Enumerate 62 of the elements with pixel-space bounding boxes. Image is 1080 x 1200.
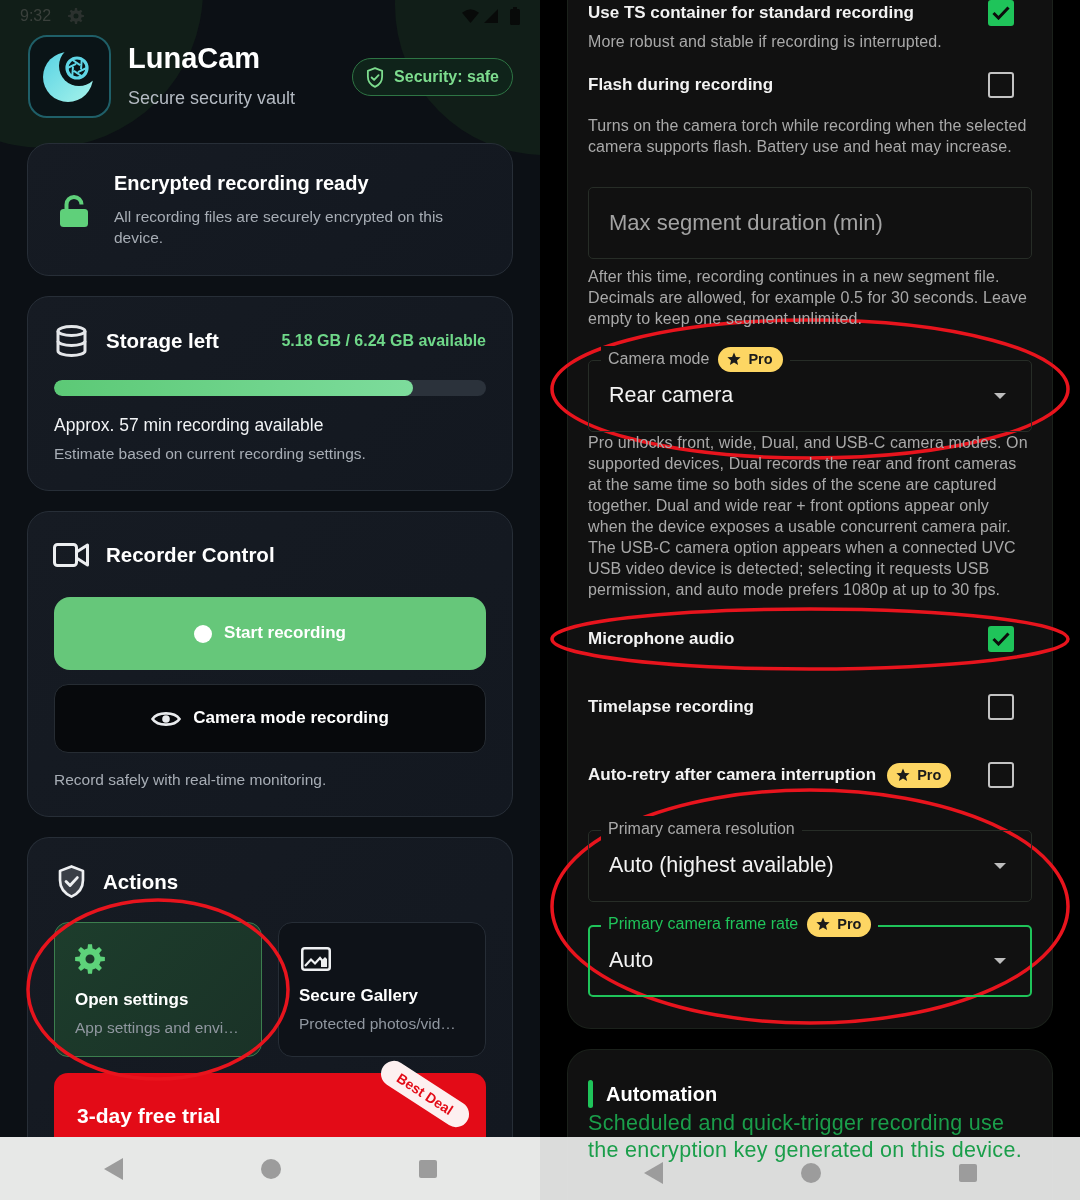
card-description: Estimate based on current recording settings.	[54, 444, 367, 464]
card-title: Encrypted recording ready	[114, 171, 370, 195]
card-title: Recorder Control	[106, 542, 275, 568]
camera-mode-button[interactable]: Camera mode recording	[54, 684, 486, 753]
checkbox[interactable]	[988, 762, 1014, 788]
setting-description: More robust and stable if recording is interrupted.	[588, 32, 943, 52]
card-description: Record safely with real-time monitoring.	[54, 770, 328, 790]
checkbox[interactable]	[988, 694, 1014, 720]
settings-icon	[75, 943, 105, 975]
caret-icon	[994, 393, 1006, 399]
image-icon	[301, 947, 331, 971]
back-icon[interactable]	[643, 1161, 663, 1184]
back-icon[interactable]	[103, 1157, 123, 1180]
home-icon[interactable]	[800, 1162, 821, 1183]
caret-icon	[994, 958, 1006, 964]
checkbox[interactable]	[988, 72, 1014, 98]
accent-bar	[588, 1080, 593, 1108]
recents-icon[interactable]	[958, 1163, 977, 1182]
tile-subtitle: Protected photos/vid…	[299, 1014, 457, 1034]
tile-subtitle: App settings and envi…	[75, 1018, 240, 1038]
shield-check-icon	[366, 66, 385, 88]
badge-text: Pro	[917, 765, 942, 785]
settings-icon	[68, 8, 85, 24]
tile-title: Open settings	[75, 989, 190, 1011]
card-title: Automation	[606, 1082, 718, 1107]
setting-label: Timelapse recording	[588, 696, 754, 718]
video-camera-icon	[53, 543, 89, 567]
caret-icon	[994, 863, 1006, 869]
action-tile[interactable]: Open settings App settings and envi…	[54, 922, 262, 1057]
app-tagline: Secure security vault	[128, 87, 296, 109]
eye-icon	[151, 709, 182, 728]
status-text: Security: safe	[394, 66, 499, 87]
action-tile[interactable]: Secure Gallery Protected photos/vid…	[278, 922, 486, 1057]
checkbox[interactable]	[988, 0, 1014, 26]
record-dot-icon	[194, 624, 213, 643]
lock-icon	[60, 192, 88, 227]
card-title: Actions	[103, 868, 179, 895]
crescent-logo-icon	[28, 35, 111, 118]
setting-label: Flash during recording	[588, 74, 774, 96]
checkmark-icon	[992, 632, 1010, 646]
card-title: Storage left	[106, 328, 219, 354]
card-description: All recording files are securely encrypted on this device.	[114, 207, 445, 248]
star-icon	[727, 352, 742, 366]
setting-description: Turns on the camera torch while recording when the selected camera supports flash. Battery use and heat may increase.	[588, 116, 1028, 157]
automation-description: Scheduled and quick-trigger recording use the encryption key generated on this device.	[588, 1110, 1023, 1164]
star-icon	[816, 917, 831, 931]
recents-icon[interactable]	[418, 1159, 437, 1178]
promo-title: 3-day free trial	[77, 1103, 221, 1129]
tile-title: Secure Gallery	[299, 985, 420, 1007]
estimate-text: Approx. 57 min recording available	[54, 414, 325, 437]
setting-label: Auto-retry after camera interruption	[588, 764, 877, 786]
star-icon	[896, 768, 911, 782]
setting-label: Microphone audio	[588, 628, 735, 650]
checkmark-icon	[992, 6, 1010, 20]
shield-check-icon	[57, 864, 86, 899]
home-icon[interactable]	[260, 1158, 281, 1179]
setting-label: Use TS container for standard recording	[588, 2, 914, 24]
input-field[interactable]: Max segment duration (min)	[588, 187, 1032, 259]
checkbox[interactable]	[988, 626, 1014, 652]
storage-amount: 5.18 GB / 6.24 GB available	[281, 330, 486, 351]
database-icon	[56, 325, 87, 357]
app-name: LunaCam	[128, 41, 262, 75]
